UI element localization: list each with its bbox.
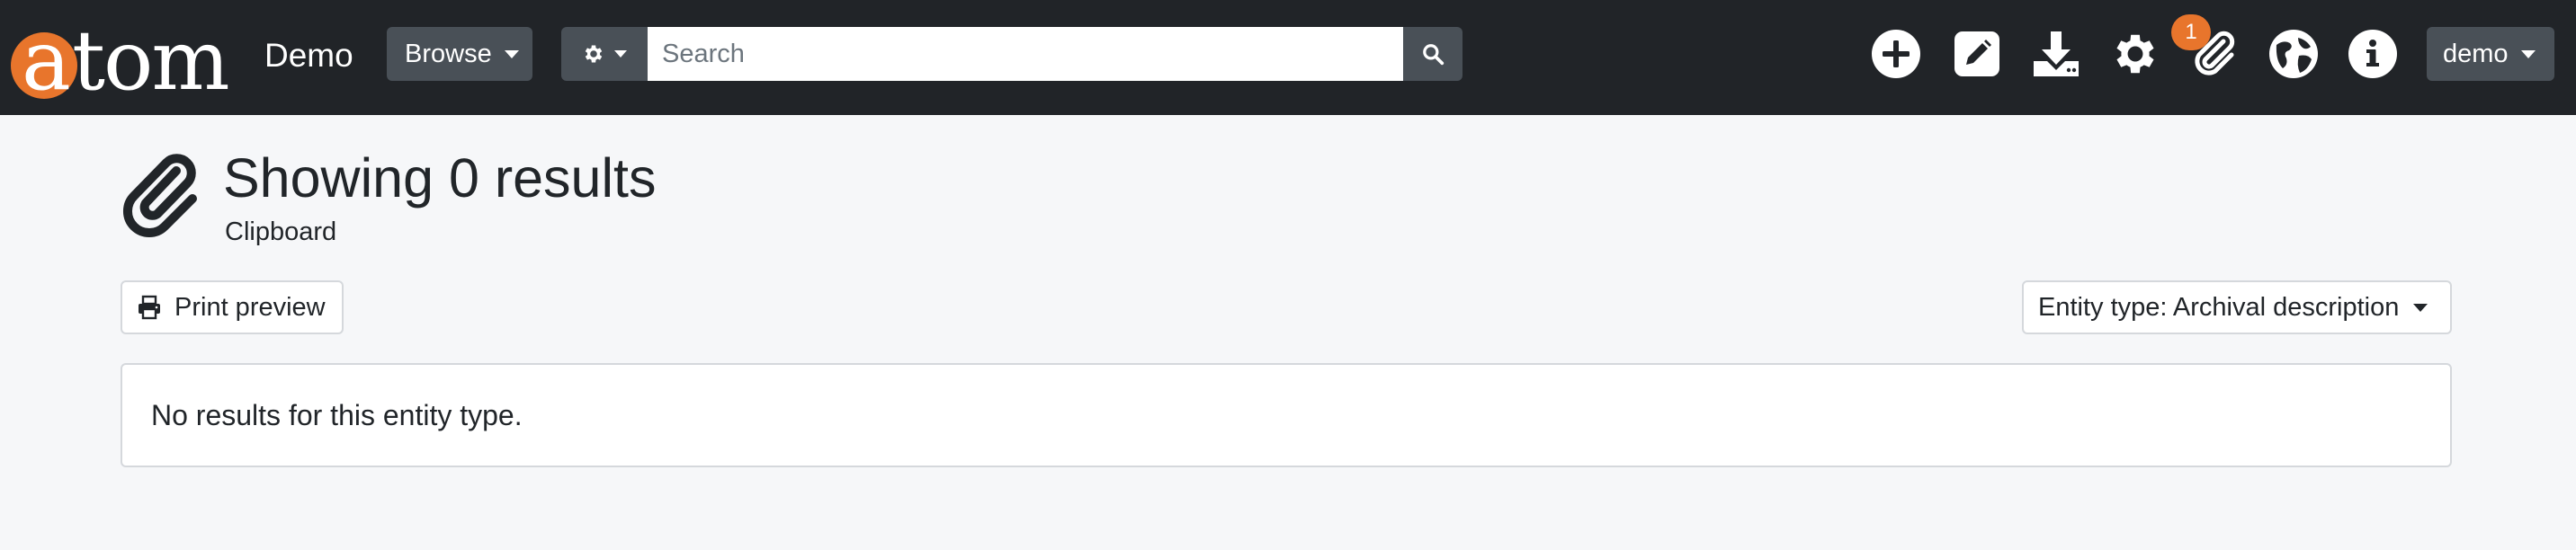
results-panel: No results for this entity type. <box>121 363 2452 467</box>
page-title: Showing 0 results <box>223 147 657 208</box>
search-bar <box>561 27 1462 81</box>
import-menu-button[interactable] <box>2029 27 2083 81</box>
print-preview-label: Print preview <box>174 292 326 322</box>
language-menu-button[interactable] <box>2267 27 2321 81</box>
site-name[interactable]: Demo <box>264 34 353 77</box>
atom-logo[interactable]: a tom <box>11 13 245 102</box>
chevron-down-icon <box>2413 303 2428 312</box>
entity-type-label: Entity type: Archival description <box>2038 292 2400 322</box>
page-subtitle: Clipboard <box>225 217 337 246</box>
chevron-down-icon <box>614 50 627 58</box>
edit-icon <box>1954 31 1999 76</box>
clipboard-icon <box>122 154 197 238</box>
search-submit-button[interactable] <box>1403 27 1462 81</box>
logo-letter-a: a <box>22 13 71 109</box>
user-name: demo <box>2443 39 2509 68</box>
print-icon <box>137 295 162 320</box>
search-icon <box>1423 44 1445 66</box>
top-navbar: a tom Demo Browse Search 1 demo <box>0 0 2576 115</box>
user-menu-button[interactable]: demo <box>2427 27 2554 81</box>
add-menu-button[interactable] <box>1869 27 1923 81</box>
chevron-down-icon <box>2520 49 2536 58</box>
entity-type-dropdown[interactable]: Entity type: Archival description <box>2022 280 2452 334</box>
browse-label: Browse <box>405 39 492 68</box>
plus-icon <box>1872 30 1920 78</box>
settings-icon <box>2116 34 2154 74</box>
empty-results-message: No results for this entity type. <box>151 398 523 431</box>
admin-menu-button[interactable] <box>2108 27 2162 81</box>
info-icon <box>2348 30 2397 78</box>
search-input[interactable] <box>648 27 1403 81</box>
clipboard-count-badge: 1 <box>2171 14 2211 50</box>
search-options-button[interactable] <box>561 27 648 81</box>
manage-menu-button[interactable] <box>1950 27 2004 81</box>
quick-links-menu-button[interactable] <box>2346 27 2400 81</box>
chevron-down-icon <box>504 49 519 58</box>
download-icon <box>2034 31 2079 76</box>
print-preview-button[interactable]: Print preview <box>121 280 344 334</box>
logo-text: tom <box>72 13 230 109</box>
language-icon <box>2269 30 2318 78</box>
browse-menu-button[interactable]: Browse <box>387 27 532 81</box>
gear-icon <box>585 45 603 63</box>
